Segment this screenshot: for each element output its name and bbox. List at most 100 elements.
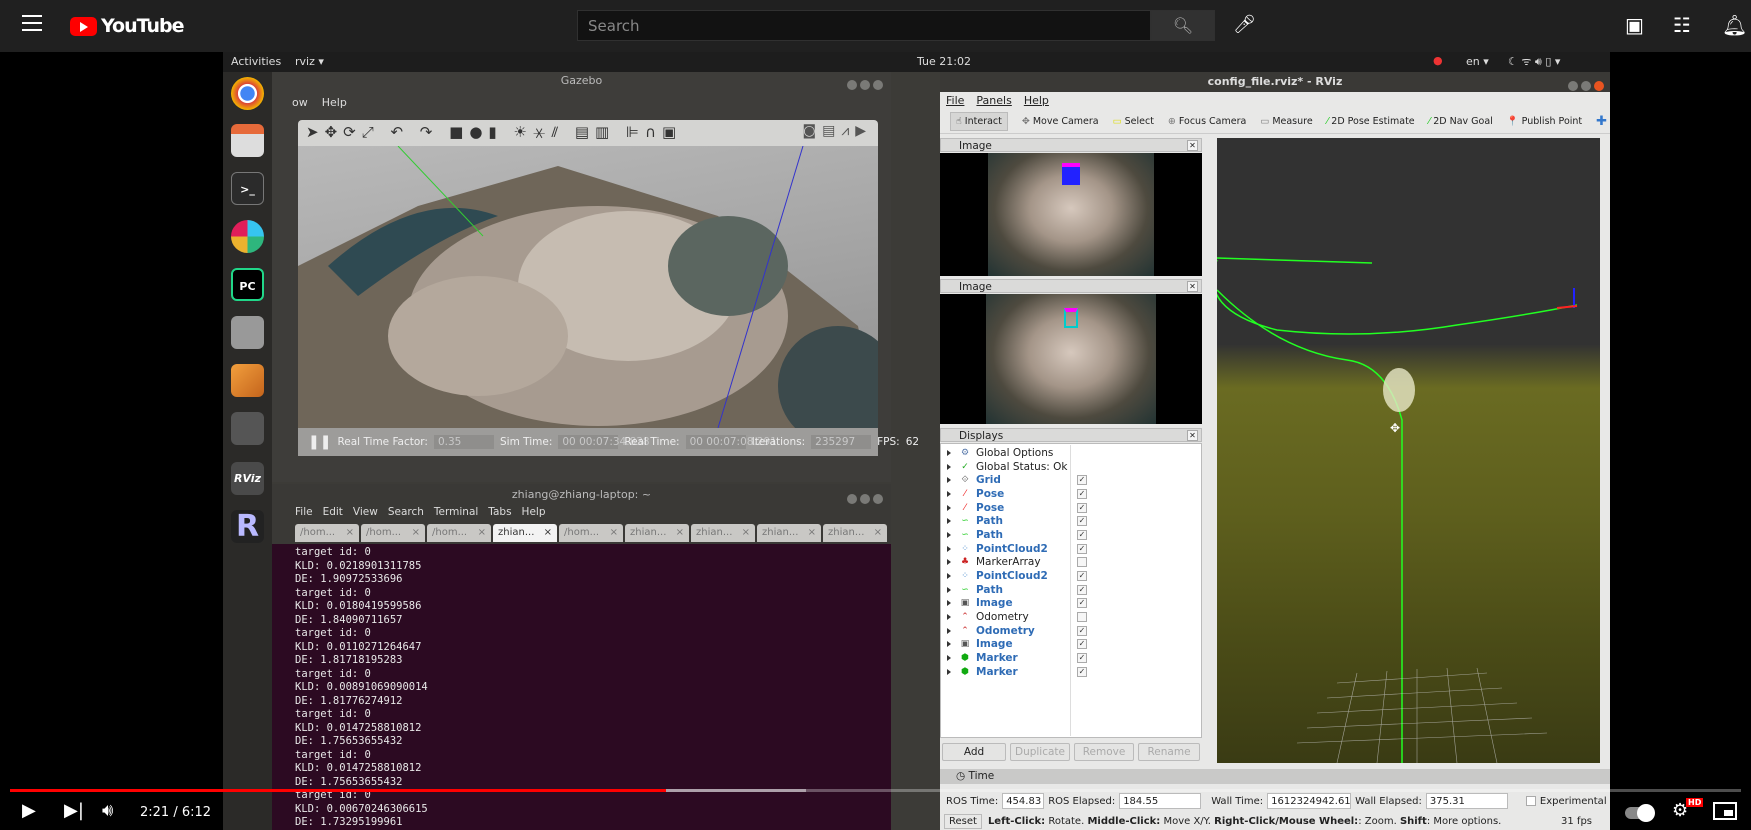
dock-files-icon[interactable] — [231, 124, 264, 157]
dock-blender-icon[interactable] — [231, 364, 264, 397]
display-item[interactable]: ⌃ Odometry — [941, 610, 1201, 624]
reset-button[interactable]: Reset — [944, 813, 982, 829]
expand-arrow-icon[interactable] — [947, 586, 951, 593]
display-checkbox[interactable] — [1077, 612, 1087, 623]
tool-measure[interactable]: ▭ Measure — [1260, 116, 1312, 127]
tab-close-icon[interactable]: × — [742, 527, 750, 539]
terminal-menu-search[interactable]: Search — [388, 506, 424, 518]
close-icon[interactable]: ✕ — [1187, 140, 1198, 151]
autoplay-toggle[interactable] — [1625, 804, 1655, 822]
tab-close-icon[interactable]: × — [412, 527, 420, 539]
expand-arrow-icon[interactable] — [947, 573, 951, 580]
miniplayer-icon[interactable] — [1713, 802, 1737, 820]
menu-help[interactable]: Help — [322, 96, 347, 109]
youtube-logo[interactable]: YouTube — [70, 15, 184, 37]
tab-close-icon[interactable]: × — [478, 527, 486, 539]
display-checkbox[interactable]: ✓ — [1077, 502, 1087, 513]
activities-button[interactable]: Activities — [231, 55, 281, 68]
expand-arrow-icon[interactable] — [947, 641, 951, 648]
create-video-icon[interactable]: ▣ — [1625, 13, 1644, 37]
display-checkbox[interactable]: ✓ — [1077, 488, 1087, 499]
display-item[interactable]: ⟐ Grid ✓ — [941, 473, 1201, 487]
close-icon[interactable]: ✕ — [1187, 430, 1198, 441]
tool-publish-point[interactable]: 📍 Publish Point — [1507, 116, 1582, 127]
terminal-menu-tabs[interactable]: Tabs — [488, 506, 511, 518]
play-icon[interactable]: ▶ — [22, 800, 36, 821]
tool-focus-camera[interactable]: ⊕ Focus Camera — [1168, 116, 1246, 127]
display-checkbox[interactable]: ✓ — [1077, 571, 1087, 582]
display-checkbox[interactable]: ✓ — [1077, 598, 1087, 609]
display-checkbox[interactable]: ✓ — [1077, 625, 1087, 636]
terminal-tab[interactable]: /hom... × — [361, 524, 425, 542]
display-checkbox[interactable]: ✓ — [1077, 516, 1087, 527]
expand-arrow-icon[interactable] — [947, 531, 951, 538]
terminal-tab[interactable]: zhian... × — [625, 524, 689, 542]
display-item[interactable]: ⁄ Pose ✓ — [941, 501, 1201, 515]
window-controls[interactable] — [844, 75, 883, 94]
display-checkbox[interactable]: ✓ — [1077, 543, 1087, 554]
expand-arrow-icon[interactable] — [947, 627, 951, 634]
display-checkbox[interactable]: ✓ — [1077, 666, 1087, 677]
tab-close-icon[interactable]: × — [808, 527, 816, 539]
rviz-window-controls[interactable] — [1565, 76, 1604, 95]
ros-elapsed-field[interactable]: 184.55 — [1119, 793, 1202, 809]
tool-2d-nav-goal[interactable]: ⁄ 2D Nav Goal — [1429, 116, 1493, 127]
search-button[interactable]: 🔍︎ — [1151, 10, 1215, 41]
terminal-tab[interactable]: zhian... × — [823, 524, 887, 542]
display-item[interactable]: ⌃ Odometry ✓ — [941, 624, 1201, 638]
terminal-menu-file[interactable]: File — [295, 506, 313, 518]
terminal-output[interactable]: target id: 0 KLD: 0.0218901311785 DE: 1.90… — [295, 546, 428, 830]
display-item[interactable]: ⚙ Global Options — [941, 446, 1201, 460]
display-item[interactable]: ∽ Path ✓ — [941, 528, 1201, 542]
display-item[interactable]: ∽ Path ✓ — [941, 514, 1201, 528]
gazebo-tool-icons[interactable]: ➤✥⟳⤢ ↶ ↷ ■●▮ ☀⚹⫽ ▤▥ ⊫∩▣ — [306, 123, 682, 141]
close-icon[interactable]: ✕ — [1187, 281, 1198, 292]
terminal-tab[interactable]: /hom... × — [559, 524, 623, 542]
display-checkbox[interactable]: ✓ — [1077, 653, 1087, 664]
expand-arrow-icon[interactable] — [947, 449, 951, 456]
menu-window[interactable]: ow — [292, 96, 308, 109]
next-icon[interactable]: ▶| — [64, 800, 84, 821]
app-menu[interactable]: rviz ▾ — [295, 55, 324, 68]
remove-button[interactable]: Remove — [1074, 743, 1134, 761]
display-item[interactable]: ▣ Image ✓ — [941, 597, 1201, 611]
wall-time-field[interactable]: 1612324942.61 — [1267, 793, 1352, 809]
display-checkbox[interactable]: ✓ — [1077, 584, 1087, 595]
ros-time-field[interactable]: 454.83 — [1002, 793, 1045, 809]
terminal-menu-view[interactable]: View — [353, 506, 378, 518]
expand-arrow-icon[interactable] — [947, 490, 951, 497]
dock-chrome-icon[interactable] — [231, 77, 264, 110]
display-item[interactable]: ♣ MarkerArray — [941, 556, 1201, 570]
video-frame[interactable]: Activities rviz ▾ Tue 21:02 ● en ▾ ☾ ᯤ 🔊… — [223, 52, 1610, 830]
language-menu[interactable]: en ▾ — [1466, 55, 1489, 68]
display-item[interactable]: ▣ Image ✓ — [941, 638, 1201, 652]
tab-close-icon[interactable]: × — [676, 527, 684, 539]
menu-icon[interactable] — [22, 15, 42, 31]
expand-arrow-icon[interactable] — [947, 655, 951, 662]
dock-app-icon[interactable] — [231, 412, 264, 445]
tool-select[interactable]: ▭ Select — [1113, 116, 1154, 127]
dock-terminal-icon[interactable]: >_ — [231, 172, 264, 205]
terminal-menu-terminal[interactable]: Terminal — [434, 506, 478, 518]
display-checkbox[interactable]: ✓ — [1077, 639, 1087, 650]
add-tool-icon[interactable]: ✚ — [1596, 114, 1607, 129]
dock-camera-icon[interactable] — [231, 316, 264, 349]
tool-2d-pose-estimate[interactable]: ⁄ 2D Pose Estimate — [1327, 116, 1415, 127]
display-item[interactable]: ∽ Path ✓ — [941, 583, 1201, 597]
expand-arrow-icon[interactable] — [947, 559, 951, 566]
terminal-tab[interactable]: /hom... × — [295, 524, 359, 542]
display-item[interactable]: ⁘ PointCloud2 ✓ — [941, 542, 1201, 556]
search-input[interactable]: Search — [577, 10, 1151, 41]
display-item[interactable]: ✓ Global Status: Ok — [941, 460, 1201, 474]
display-item[interactable]: ⁘ PointCloud2 ✓ — [941, 569, 1201, 583]
apps-icon[interactable]: ☷ — [1673, 13, 1691, 37]
expand-arrow-icon[interactable] — [947, 614, 951, 621]
rviz-3d-view[interactable]: ✥ — [1217, 138, 1600, 763]
expand-arrow-icon[interactable] — [947, 477, 951, 484]
terminal-tab[interactable]: zhian... × — [757, 524, 821, 542]
display-item[interactable]: ⁄ Pose ✓ — [941, 487, 1201, 501]
expand-arrow-icon[interactable] — [947, 600, 951, 607]
terminal-menu-edit[interactable]: Edit — [323, 506, 343, 518]
display-checkbox[interactable]: ✓ — [1077, 475, 1087, 486]
wall-elapsed-field[interactable]: 375.31 — [1425, 793, 1508, 809]
